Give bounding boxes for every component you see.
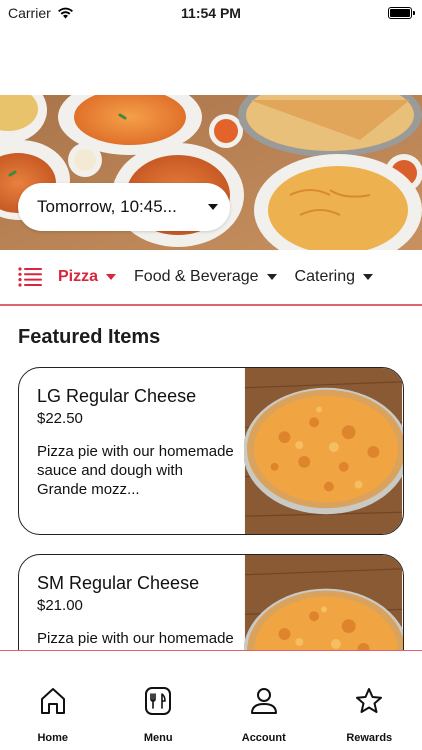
home-icon: [40, 688, 65, 714]
tab-label: Account: [241, 732, 286, 744]
status-left: Carrier: [8, 5, 74, 21]
menu-item-name: LG Regular Cheese: [37, 386, 197, 406]
category-tab-pizza[interactable]: Pizza: [58, 268, 117, 286]
category-nav: Pizza Food & Beverage Catering: [0, 250, 422, 306]
menu-item-text: LG Regular Cheese $22.50 Pizza pie with …: [37, 386, 237, 499]
category-label: Catering: [294, 268, 356, 285]
tab-label: Menu: [143, 732, 173, 744]
person-icon: [250, 688, 277, 714]
wifi-icon: [57, 7, 73, 19]
category-tab-catering[interactable]: Catering: [294, 268, 374, 286]
battery-icon: [388, 7, 415, 19]
menu-item-price: $21.00: [37, 597, 83, 614]
list-icon[interactable]: [18, 267, 42, 287]
tab-home[interactable]: Home: [0, 651, 106, 750]
carrier-label: Carrier: [8, 5, 51, 21]
tab-account[interactable]: Account: [211, 651, 317, 750]
chevron-down-icon: [363, 274, 374, 280]
bottom-tab-bar: Home Menu Account Rewards: [0, 650, 422, 750]
status-bar: Carrier 11:54 PM: [0, 0, 422, 26]
tab-rewards[interactable]: Rewards: [317, 651, 422, 750]
category-label: Food & Beverage: [134, 268, 259, 285]
menu-item-description: Pizza pie with our homemade sauce and do…: [37, 443, 234, 498]
section-title: Featured Items: [18, 326, 161, 348]
chevron-down-icon: [208, 204, 218, 210]
chevron-down-icon: [266, 274, 277, 280]
menu-item-price: $22.50: [37, 410, 83, 427]
chevron-down-icon: [106, 274, 117, 280]
category-label: Pizza: [58, 268, 99, 285]
tab-menu[interactable]: Menu: [106, 651, 212, 750]
menu-item-card[interactable]: LG Regular Cheese $22.50 Pizza pie with …: [18, 367, 404, 535]
pizza-image: [244, 368, 403, 534]
star-icon: [356, 688, 383, 713]
tab-label: Rewards: [346, 732, 393, 744]
category-tab-food-beverage[interactable]: Food & Beverage: [134, 268, 277, 286]
order-time-selector[interactable]: Tomorrow, 10:45...: [18, 183, 230, 231]
menu-item-name: SM Regular Cheese: [37, 573, 200, 593]
order-time-label: Tomorrow, 10:45...: [37, 197, 177, 216]
menu-fork-knife-icon: [145, 687, 172, 715]
tab-label: Home: [37, 732, 69, 744]
